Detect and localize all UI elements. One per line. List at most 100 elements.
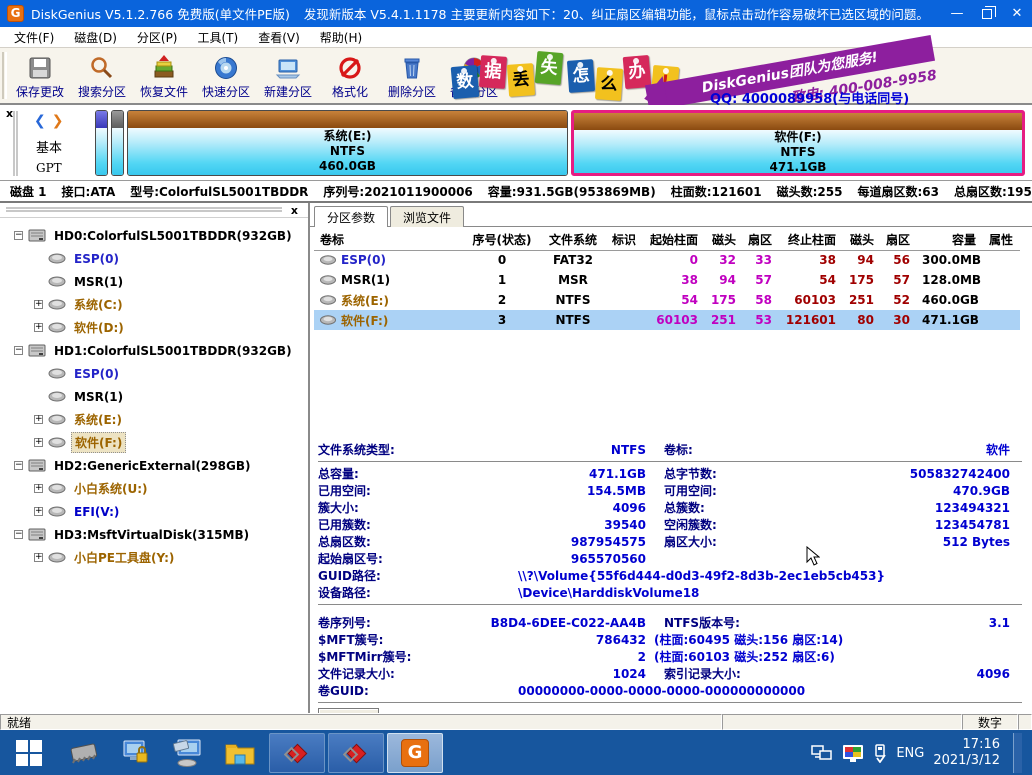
file-record-size: 1024 — [460, 667, 646, 681]
tree-item-efi-v[interactable]: +EFI(V:) — [34, 500, 308, 523]
detail-panel: 分区参数 浏览文件 卷标 序号(状态) 文件系统 标识 起始柱面 磁头 扇区 终… — [310, 203, 1032, 713]
tab-browse-files[interactable]: 浏览文件 — [390, 206, 464, 227]
taskbar-pc-keyboard-button[interactable] — [162, 739, 214, 767]
usb-eject-icon[interactable] — [873, 743, 887, 763]
taskbar-app-diamond-2[interactable] — [328, 733, 384, 773]
computer-keyboard-icon — [172, 739, 204, 767]
partition-block-software-f[interactable]: 软件(F:) NTFS 471.1GB — [571, 110, 1025, 176]
used-space: 154.5MB — [460, 484, 646, 498]
recover-files-button[interactable]: 恢复文件 — [133, 48, 195, 103]
partition-size: 471.1GB — [769, 160, 826, 175]
tree-item-esp0-hd1[interactable]: ESP(0) — [34, 362, 308, 385]
guid-path: \\?\Volume{55f6d444-d0d3-49f2-8d3b-2ec1e… — [518, 569, 1022, 583]
used-clusters: 39540 — [460, 518, 646, 532]
menu-disk[interactable]: 磁盘(D) — [64, 27, 127, 48]
partition-icon — [48, 276, 66, 287]
new-partition-button[interactable]: 新建分区 — [257, 48, 319, 103]
menu-tools[interactable]: 工具(T) — [188, 27, 249, 48]
tree-item-hd2[interactable]: −HD2:GenericExternal(298GB) — [14, 454, 308, 477]
disk-capacity: 容量:931.5GB(953869MB) — [488, 183, 656, 200]
tree-item-software-d[interactable]: +软件(D:) — [34, 316, 308, 339]
scroll-right-icon[interactable]: ❯ — [52, 113, 64, 129]
taskbar-pc-lock-button[interactable] — [110, 739, 162, 767]
quick-partition-button[interactable]: 快速分区 — [195, 48, 257, 103]
table-row[interactable]: 系统(E:) 2 NTFS 54 175 58 60103 251 52 460… — [314, 290, 1020, 310]
free-clusters: 123454781 — [792, 518, 1022, 532]
ad-banner[interactable]: 数 据 丢 失 怎 么 办 ! DiskGenius团队为您服务! 致电: 40… — [450, 48, 1030, 103]
display-color-icon[interactable] — [842, 744, 864, 763]
partition-icon — [48, 414, 66, 425]
partition-strip-panel: x ❮ ❯ 基本 GPT 系统(E:) NTFS 460.0GB 软件(F:) … — [0, 105, 1032, 181]
partition-icon — [320, 315, 336, 325]
scroll-left-icon[interactable]: ❮ — [34, 113, 46, 129]
tree-item-msr1-hd1[interactable]: MSR(1) — [34, 385, 308, 408]
num-lock-indicator: 数字 — [978, 714, 1002, 731]
taskbar-explorer-button[interactable] — [214, 740, 266, 766]
delete-partition-button[interactable]: 删除分区 — [381, 48, 443, 103]
close-button[interactable]: ✕ — [1002, 0, 1032, 27]
search-partition-button[interactable]: 搜索分区 — [71, 48, 133, 103]
memory-chip-icon — [68, 740, 100, 766]
partition-block-esp[interactable] — [95, 110, 108, 176]
analyze-button[interactable]: 分析 — [318, 708, 379, 714]
tree-item-system-c[interactable]: +系统(C:) — [34, 293, 308, 316]
taskbar-ramdisk-button[interactable] — [58, 740, 110, 766]
ad-tile: 怎 — [567, 59, 595, 93]
tree-item-system-e[interactable]: +系统(E:) — [34, 408, 308, 431]
menu-help[interactable]: 帮助(H) — [310, 27, 372, 48]
partition-name: 系统(E:) — [323, 129, 371, 144]
network-icon[interactable] — [811, 744, 833, 762]
ntfs-version: 3.1 — [792, 616, 1022, 630]
disk-sectors-per-track: 每道扇区数:63 — [857, 183, 939, 200]
tree-item-hd3[interactable]: −HD3:MsftVirtualDisk(315MB) — [14, 523, 308, 546]
partition-icon — [48, 506, 66, 517]
start-sector: 965570560 — [460, 552, 646, 566]
delete-partition-icon — [399, 55, 425, 81]
tab-partition-params[interactable]: 分区参数 — [314, 206, 388, 227]
disk-icon — [28, 528, 46, 541]
recover-files-icon — [151, 55, 177, 81]
tree-item-xiaobai-u[interactable]: +小白系统(U:) — [34, 477, 308, 500]
total-bytes: 505832742400 — [792, 467, 1022, 481]
table-row[interactable]: MSR(1) 1 MSR 38 94 57 54 175 57 128.0MB — [314, 270, 1020, 290]
restore-button[interactable] — [972, 0, 1002, 27]
clock[interactable]: 17:16 2021/3/12 — [933, 737, 1000, 769]
tree-item-hd0[interactable]: −HD0:ColorfulSL5001TBDDR(932GB) — [14, 224, 308, 247]
show-desktop-button[interactable] — [1013, 733, 1022, 773]
table-row[interactable]: ESP(0) 0 FAT32 0 32 33 38 94 56 300.0MB — [314, 250, 1020, 270]
partition-size: 460.0GB — [319, 159, 376, 174]
partition-icon — [48, 322, 66, 333]
partition-block-system-e[interactable]: 系统(E:) NTFS 460.0GB — [127, 110, 568, 176]
tree-item-xiaobai-pe-y[interactable]: +小白PE工具盘(Y:) — [34, 546, 308, 569]
disk-strip: 系统(E:) NTFS 460.0GB 软件(F:) NTFS 471.1GB — [95, 110, 1025, 176]
tree-item-hd1[interactable]: −HD1:ColorfulSL5001TBDDR(932GB) — [14, 339, 308, 362]
disk-info-bar: 磁盘 1 接口:ATA 型号:ColorfulSL5001TBDDR 序列号:2… — [0, 181, 1032, 203]
partition-block-msr[interactable] — [111, 110, 124, 176]
app-icon: G — [7, 5, 24, 22]
tree-close-icon[interactable]: x — [291, 204, 298, 217]
menu-partition[interactable]: 分区(P) — [127, 27, 188, 48]
menu-file[interactable]: 文件(F) — [4, 27, 64, 48]
free-space: 470.9GB — [792, 484, 1022, 498]
start-button[interactable] — [0, 730, 58, 775]
total-capacity: 471.1GB — [460, 467, 646, 481]
table-row-selected[interactable]: 软件(F:) 3 NTFS 60103 251 53 121601 80 30 … — [314, 310, 1020, 330]
toolbar-grip — [2, 52, 7, 99]
table-header-row: 卷标 序号(状态) 文件系统 标识 起始柱面 磁头 扇区 终止柱面 磁头 扇区 … — [314, 229, 1020, 250]
minimize-button[interactable]: — — [942, 0, 972, 27]
partition-icon — [320, 255, 336, 265]
save-changes-button[interactable]: 保存更改 — [9, 48, 71, 103]
tree-item-esp0[interactable]: ESP(0) — [34, 247, 308, 270]
mode-label-basic: 基本 — [36, 137, 62, 156]
disk-heads: 磁头数:255 — [777, 183, 843, 200]
tree-item-msr1[interactable]: MSR(1) — [34, 270, 308, 293]
tree-item-software-f[interactable]: +软件(F:) — [34, 431, 308, 454]
format-button[interactable]: 格式化 — [319, 48, 381, 103]
menu-view[interactable]: 查看(V) — [248, 27, 310, 48]
disk-icon — [28, 229, 46, 242]
taskbar-app-diamond-1[interactable] — [269, 733, 325, 773]
language-indicator[interactable]: ENG — [896, 746, 924, 761]
mode-label-gpt: GPT — [36, 161, 62, 175]
taskbar-diskgenius-button[interactable]: G — [387, 733, 443, 773]
computer-lock-icon — [121, 739, 151, 767]
